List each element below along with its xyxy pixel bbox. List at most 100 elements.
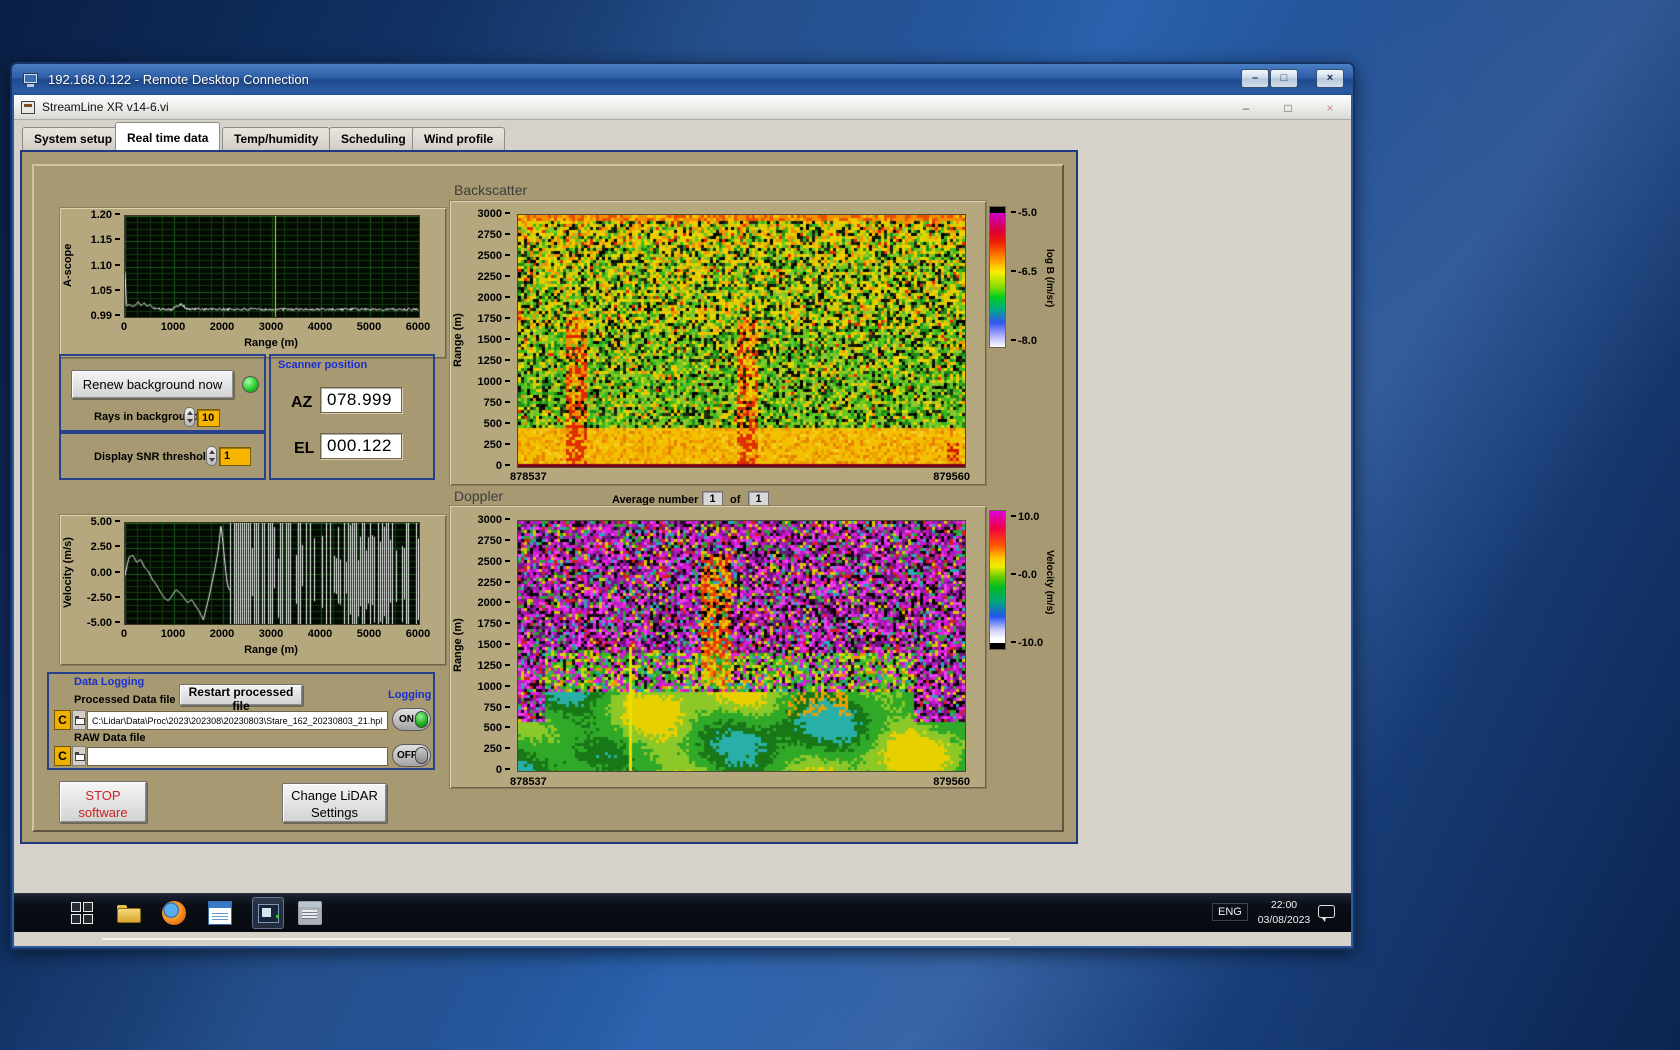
notification-bubble-icon[interactable] <box>1318 905 1335 918</box>
real-time-data-panel: 1.201.151.101.050.99 A-scope 01000200030… <box>20 150 1078 844</box>
tab-wind-profile[interactable]: Wind profile <box>412 127 505 150</box>
tab-real-time-data[interactable]: Real time data <box>115 122 220 150</box>
tab-system-setup[interactable]: System setup <box>22 127 124 150</box>
backscatter-y-axis-label: Range (m) <box>452 214 464 466</box>
backscatter-colorbar-label: log B (/m/sr) <box>1044 218 1055 338</box>
change-line2: Settings <box>311 805 358 820</box>
panel-pane: 1.201.151.101.050.99 A-scope 01000200030… <box>32 164 1064 832</box>
processed-path-field[interactable]: C:\Lidar\Data\Proc\2023\202308\20230803\… <box>87 711 388 730</box>
processed-toggle-label: ON <box>399 714 414 725</box>
processed-drive-box[interactable]: C <box>54 710 71 730</box>
data-logging-title: Data Logging <box>74 676 144 688</box>
backscatter-x-axis: 878537 879560 <box>510 471 970 483</box>
snr-value-field[interactable]: 1 <box>219 447 251 466</box>
doppler-x-start: 878537 <box>510 776 547 788</box>
rdp-maximize-button[interactable]: □ <box>1270 69 1298 88</box>
doppler-colorbar-label: Velocity (m/s) <box>1044 522 1055 642</box>
doppler-x-axis: 878537 879560 <box>510 776 970 788</box>
renew-background-button[interactable]: Renew background now <box>71 370 234 399</box>
stop-line1: STOP <box>85 788 120 803</box>
velocity-y-axis-label: Velocity (m/s) <box>62 522 74 623</box>
raw-drive-box[interactable]: C <box>54 746 71 766</box>
snr-threshold-label: Display SNR threshold <box>94 451 213 463</box>
snr-spinner[interactable] <box>206 446 217 466</box>
scanner-position-title: Scanner position <box>278 359 367 371</box>
a-scope-graph-group: 1.201.151.101.050.99 A-scope 01000200030… <box>59 207 447 359</box>
el-value-field[interactable]: 000.122 <box>320 433 402 459</box>
remote-taskbar: ENG 22:00 03/08/2023 <box>14 893 1351 932</box>
raw-toggle-nub <box>415 747 428 764</box>
doppler-graph-group: 3000275025002250200017501500125010007505… <box>449 505 987 789</box>
scanner-position-box: Scanner position AZ 078.999 EL 000.122 <box>269 354 435 480</box>
rdp-titlebar[interactable]: 192.168.0.122 - Remote Desktop Connectio… <box>12 64 1353 95</box>
tab-scheduling[interactable]: Scheduling <box>329 127 418 150</box>
a-scope-y-axis-label: A-scope <box>62 215 74 316</box>
task-view-icon[interactable] <box>70 901 94 925</box>
backscatter-heatmap <box>517 214 966 468</box>
tab-strip: System setup Real time data Temp/humidit… <box>14 120 1351 150</box>
raw-browse-icon[interactable] <box>72 746 86 766</box>
logging-label: Logging <box>388 689 431 701</box>
rdp-window: 192.168.0.122 - Remote Desktop Connectio… <box>10 62 1355 950</box>
a-scope-x-axis: 0100020003000400050006000 <box>124 321 418 335</box>
streamline-app-icon <box>258 904 279 923</box>
language-indicator[interactable]: ENG <box>1212 903 1248 921</box>
app-minimize-button[interactable]: – <box>1239 101 1253 115</box>
rays-value-field[interactable]: 10 <box>197 409 220 427</box>
app-restore-button[interactable]: □ <box>1281 101 1295 115</box>
document-app-icon[interactable] <box>208 901 232 925</box>
restart-processed-file-button[interactable]: Restart processed file <box>179 684 303 706</box>
raw-data-file-label: RAW Data file <box>74 732 146 744</box>
doppler-heatmap <box>517 520 966 772</box>
az-label: AZ <box>291 394 312 412</box>
velocity-graph-group: 5.002.500.00-2.50-5.00 Velocity (m/s) 01… <box>59 514 447 666</box>
tab-temp-humidity[interactable]: Temp/humidity <box>222 127 330 150</box>
backscatter-x-start: 878537 <box>510 471 547 483</box>
raw-logging-toggle[interactable]: OFF <box>392 744 431 767</box>
app-titlebar[interactable]: StreamLine XR v14-6.vi – □ × <box>14 95 1351 120</box>
renew-background-led <box>242 376 259 393</box>
rdp-client-area: StreamLine XR v14-6.vi – □ × System setu… <box>14 95 1351 946</box>
doppler-y-axis: 3000275025002250200017501500125010007505… <box>464 514 510 764</box>
change-line1: Change LiDAR <box>291 788 378 803</box>
rdp-minimize-button[interactable]: – <box>1241 69 1269 88</box>
a-scope-y-axis: 1.201.151.101.050.99 <box>76 209 120 310</box>
doppler-colorbar <box>989 510 1006 650</box>
raw-path-field[interactable] <box>87 747 388 766</box>
rdp-close-button[interactable]: × <box>1316 69 1344 88</box>
processed-data-file-label: Processed Data file <box>74 694 176 706</box>
scan-scheduler-taskbar-button[interactable] <box>298 901 322 925</box>
a-scope-plot[interactable] <box>124 215 420 318</box>
velocity-y-axis: 5.002.500.00-2.50-5.00 <box>76 516 120 617</box>
velocity-x-axis-label: Range (m) <box>124 644 418 656</box>
az-value-field[interactable]: 078.999 <box>320 387 402 413</box>
backscatter-x-end: 879560 <box>933 471 970 483</box>
backscatter-title: Backscatter <box>454 182 527 198</box>
taskbar-edge-line <box>102 938 1010 940</box>
rays-spinner[interactable] <box>184 407 195 427</box>
a-scope-x-axis-label: Range (m) <box>124 337 418 349</box>
doppler-y-axis-label: Range (m) <box>452 520 464 770</box>
data-logging-box: Data Logging Processed Data file Restart… <box>47 672 435 770</box>
stop-software-button[interactable]: STOP software <box>59 781 147 823</box>
stop-line2: software <box>78 805 127 820</box>
rdp-computer-icon <box>23 73 40 87</box>
velocity-plot[interactable] <box>124 522 420 625</box>
streamline-app-taskbar-button[interactable] <box>252 897 284 929</box>
background-controls-box: Renew background now Rays in background … <box>59 354 266 432</box>
processed-toggle-nub <box>415 711 428 728</box>
file-explorer-icon[interactable] <box>116 901 140 925</box>
velocity-x-axis: 0100020003000400050006000 <box>124 628 418 642</box>
snr-threshold-box: Display SNR threshold 1 <box>59 432 266 480</box>
taskbar-clock[interactable]: 22:00 03/08/2023 <box>1252 898 1316 928</box>
rdp-window-title: 192.168.0.122 - Remote Desktop Connectio… <box>48 72 309 87</box>
change-lidar-settings-button[interactable]: Change LiDAR Settings <box>282 783 387 823</box>
taskbar-time: 22:00 <box>1252 898 1316 913</box>
backscatter-y-axis: 3000275025002250200017501500125010007505… <box>464 208 510 460</box>
doppler-title: Doppler <box>454 488 503 504</box>
firefox-icon[interactable] <box>162 901 186 925</box>
app-close-button[interactable]: × <box>1323 101 1337 115</box>
processed-browse-icon[interactable] <box>72 710 86 730</box>
el-label: EL <box>294 440 314 458</box>
processed-logging-toggle[interactable]: ON <box>392 708 431 731</box>
